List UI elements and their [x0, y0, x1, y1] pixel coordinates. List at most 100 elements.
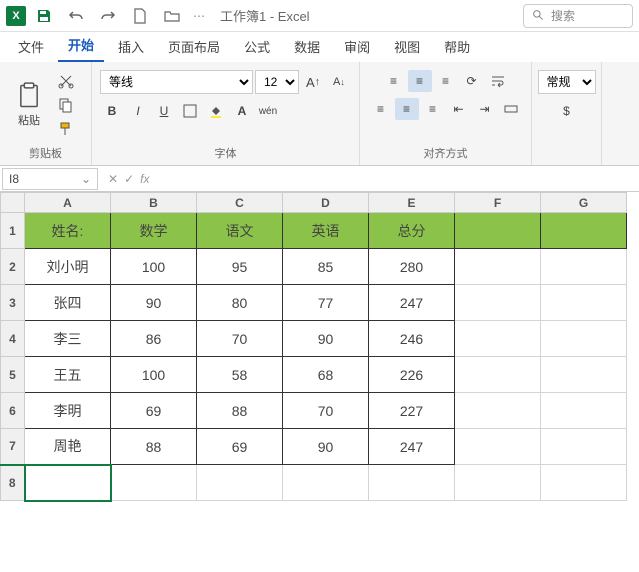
cell-G5[interactable]: [541, 357, 627, 393]
name-box[interactable]: I8 ⌄: [2, 168, 98, 190]
align-left-button[interactable]: ≡: [369, 98, 393, 120]
row-header-7[interactable]: 7: [1, 429, 25, 465]
format-painter-button[interactable]: [54, 118, 78, 140]
save-button[interactable]: [30, 3, 58, 29]
font-color-button[interactable]: A: [230, 100, 254, 122]
cell-D5[interactable]: 68: [283, 357, 369, 393]
underline-button[interactable]: U: [152, 100, 176, 122]
cell-A6[interactable]: 李明: [25, 393, 111, 429]
cell-F2[interactable]: [455, 249, 541, 285]
merge-button[interactable]: [499, 98, 523, 120]
cell-D7[interactable]: 90: [283, 429, 369, 465]
row-header-8[interactable]: 8: [1, 465, 25, 501]
cell-E6[interactable]: 227: [369, 393, 455, 429]
cell-E1[interactable]: 总分: [369, 213, 455, 249]
cell-A5[interactable]: 王五: [25, 357, 111, 393]
cell-C6[interactable]: 88: [197, 393, 283, 429]
open-button[interactable]: [158, 3, 186, 29]
formula-bar[interactable]: [157, 168, 639, 190]
bold-button[interactable]: B: [100, 100, 124, 122]
cell-D2[interactable]: 85: [283, 249, 369, 285]
cell-B3[interactable]: 90: [111, 285, 197, 321]
col-header-G[interactable]: G: [541, 193, 627, 213]
new-file-button[interactable]: [126, 3, 154, 29]
tab-formula[interactable]: 公式: [234, 31, 280, 62]
cell-G6[interactable]: [541, 393, 627, 429]
col-header-D[interactable]: D: [283, 193, 369, 213]
search-input[interactable]: 搜索: [523, 4, 633, 28]
col-header-C[interactable]: C: [197, 193, 283, 213]
col-header-A[interactable]: A: [25, 193, 111, 213]
font-name-select[interactable]: 等线: [100, 70, 253, 94]
italic-button[interactable]: I: [126, 100, 150, 122]
cell-F7[interactable]: [455, 429, 541, 465]
cell-D8[interactable]: [283, 465, 369, 501]
cell-G4[interactable]: [541, 321, 627, 357]
cell-C3[interactable]: 80: [197, 285, 283, 321]
cell-C8[interactable]: [197, 465, 283, 501]
tab-data[interactable]: 数据: [284, 31, 330, 62]
fill-color-button[interactable]: [204, 100, 228, 122]
align-right-button[interactable]: ≡: [421, 98, 445, 120]
cut-button[interactable]: [54, 70, 78, 92]
cell-A4[interactable]: 李三: [25, 321, 111, 357]
select-all-corner[interactable]: [1, 193, 25, 213]
cell-C1[interactable]: 语文: [197, 213, 283, 249]
cell-F4[interactable]: [455, 321, 541, 357]
qat-customize-button[interactable]: ⋯: [190, 3, 208, 29]
col-header-E[interactable]: E: [369, 193, 455, 213]
cell-C4[interactable]: 70: [197, 321, 283, 357]
row-header-2[interactable]: 2: [1, 249, 25, 285]
currency-button[interactable]: $: [555, 100, 579, 122]
cell-E8[interactable]: [369, 465, 455, 501]
tab-view[interactable]: 视图: [384, 31, 430, 62]
align-top-button[interactable]: ≡: [382, 70, 406, 92]
cell-G1[interactable]: [541, 213, 627, 249]
cell-C2[interactable]: 95: [197, 249, 283, 285]
cell-E5[interactable]: 226: [369, 357, 455, 393]
cell-E7[interactable]: 247: [369, 429, 455, 465]
cell-E4[interactable]: 246: [369, 321, 455, 357]
decrease-indent-button[interactable]: ⇤: [447, 98, 471, 120]
phonetic-button[interactable]: wén: [256, 100, 280, 122]
row-header-5[interactable]: 5: [1, 357, 25, 393]
cell-A8[interactable]: [25, 465, 111, 501]
cell-B1[interactable]: 数学: [111, 213, 197, 249]
col-header-B[interactable]: B: [111, 193, 197, 213]
cell-B8[interactable]: [111, 465, 197, 501]
cell-B5[interactable]: 100: [111, 357, 197, 393]
cell-B2[interactable]: 100: [111, 249, 197, 285]
cell-G7[interactable]: [541, 429, 627, 465]
cell-B7[interactable]: 88: [111, 429, 197, 465]
align-middle-button[interactable]: ≡: [408, 70, 432, 92]
tab-layout[interactable]: 页面布局: [158, 31, 230, 62]
copy-button[interactable]: [54, 94, 78, 116]
cell-F6[interactable]: [455, 393, 541, 429]
cell-D1[interactable]: 英语: [283, 213, 369, 249]
font-size-select[interactable]: 12: [255, 70, 299, 94]
row-header-3[interactable]: 3: [1, 285, 25, 321]
cell-G2[interactable]: [541, 249, 627, 285]
wrap-text-button[interactable]: [486, 70, 510, 92]
align-center-button[interactable]: ≡: [395, 98, 419, 120]
cell-E3[interactable]: 247: [369, 285, 455, 321]
tab-home[interactable]: 开始: [58, 29, 104, 62]
row-header-1[interactable]: 1: [1, 213, 25, 249]
cell-A2[interactable]: 刘小明: [25, 249, 111, 285]
cell-F3[interactable]: [455, 285, 541, 321]
tab-help[interactable]: 帮助: [434, 31, 480, 62]
cell-A7[interactable]: 周艳: [25, 429, 111, 465]
decrease-font-button[interactable]: A↓: [327, 71, 351, 93]
cell-F1[interactable]: [455, 213, 541, 249]
orientation-button[interactable]: ⟳: [460, 70, 484, 92]
cell-C5[interactable]: 58: [197, 357, 283, 393]
cell-A1[interactable]: 姓名:: [25, 213, 111, 249]
col-header-F[interactable]: F: [455, 193, 541, 213]
cell-C7[interactable]: 69: [197, 429, 283, 465]
tab-review[interactable]: 审阅: [334, 31, 380, 62]
cell-B6[interactable]: 69: [111, 393, 197, 429]
redo-button[interactable]: [94, 3, 122, 29]
border-button[interactable]: [178, 100, 202, 122]
enter-formula-button[interactable]: ✓: [124, 172, 134, 186]
cell-D3[interactable]: 77: [283, 285, 369, 321]
